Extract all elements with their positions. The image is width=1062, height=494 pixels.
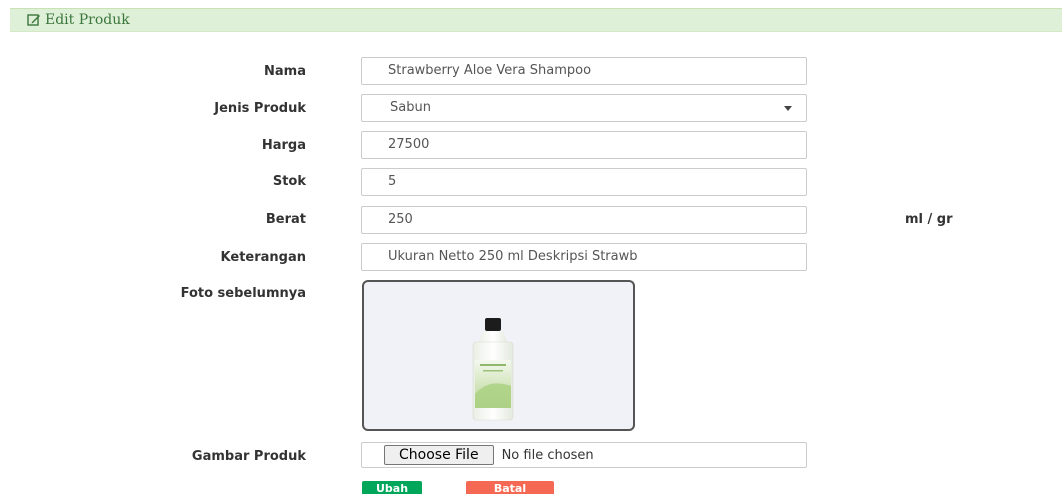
choose-file-button[interactable]: Choose File xyxy=(384,445,494,465)
stok-value: 5 xyxy=(388,174,397,189)
ubah-button[interactable]: Ubah xyxy=(362,481,422,494)
foto-sebelumnya-label: Foto sebelumnya xyxy=(180,286,306,301)
keterangan-value: Ukuran Netto 250 ml Deskripsi Strawb xyxy=(388,249,638,264)
stok-input[interactable]: 5 xyxy=(361,168,807,196)
jenis-produk-select[interactable]: Sabun xyxy=(361,94,807,122)
edit-icon xyxy=(27,14,40,26)
panel-title: Edit Produk xyxy=(45,12,130,28)
gambar-produk-file-input[interactable]: Choose File No file chosen xyxy=(361,442,807,468)
keterangan-input[interactable]: Ukuran Netto 250 ml Deskripsi Strawb xyxy=(361,243,807,271)
berat-label: Berat xyxy=(265,212,306,227)
batal-button[interactable]: Batal xyxy=(466,481,554,494)
berat-value: 250 xyxy=(388,212,413,227)
harga-input[interactable]: 27500 xyxy=(361,131,807,159)
product-bottle-image xyxy=(472,318,514,421)
gambar-produk-label: Gambar Produk xyxy=(191,449,306,464)
nama-label: Nama xyxy=(264,64,306,79)
panel-heading: Edit Produk xyxy=(10,8,1062,32)
harga-label: Harga xyxy=(261,138,306,153)
berat-input[interactable]: 250 xyxy=(361,206,807,234)
keterangan-label: Keterangan xyxy=(220,250,306,265)
berat-unit-label: ml / gr xyxy=(905,212,953,227)
edit-product-page: Edit Produk Nama Strawberry Aloe Vera Sh… xyxy=(0,0,1062,494)
harga-value: 27500 xyxy=(388,137,430,152)
stok-label: Stok xyxy=(272,174,306,189)
nama-value: Strawberry Aloe Vera Shampoo xyxy=(388,63,592,78)
previous-photo xyxy=(362,280,635,431)
chevron-down-icon xyxy=(784,106,792,111)
nama-input[interactable]: Strawberry Aloe Vera Shampoo xyxy=(361,57,807,85)
jenis-produk-label: Jenis Produk xyxy=(214,101,306,116)
jenis-produk-value: Sabun xyxy=(390,100,431,115)
file-status-text: No file chosen xyxy=(501,447,594,463)
